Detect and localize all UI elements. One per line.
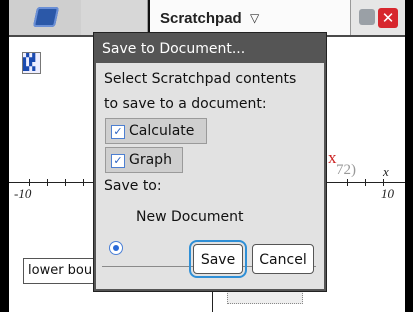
x-axis-label: x — [383, 164, 389, 179]
calculator-icon — [32, 7, 60, 27]
checkbox-label-graph: Graph — [129, 152, 172, 168]
radio-selected-icon — [113, 245, 119, 251]
tab-graph[interactable]: ⊣ — [81, 0, 191, 35]
chevron-down-icon[interactable]: ▽ — [250, 11, 259, 25]
scratchpad-title-tab[interactable]: Scratchpad ▽ — [148, 0, 351, 35]
checkbox-label-calculate: Calculate — [129, 123, 195, 139]
x-max-label: 10 — [381, 186, 394, 201]
x-min-label: -10 — [14, 186, 32, 201]
graph-checkbox-row[interactable]: ✓ Graph — [105, 147, 183, 173]
settings-icon[interactable] — [359, 9, 375, 25]
axis-tick — [47, 179, 48, 186]
dialog-prompt-line1: Select Scratchpad contents — [104, 71, 297, 87]
cancel-button[interactable]: Cancel — [252, 244, 314, 274]
page-title: Scratchpad — [160, 10, 242, 27]
function-hint-tail: 72) — [336, 162, 356, 178]
axis-tick — [383, 179, 384, 186]
new-document-label: New Document — [136, 209, 244, 225]
save-button[interactable]: Save — [189, 240, 247, 278]
axis-tick — [29, 179, 30, 186]
tab-calculator[interactable] — [9, 0, 82, 35]
calculate-checkbox-row[interactable]: ✓ Calculate — [105, 118, 207, 144]
new-document-radio[interactable] — [109, 241, 123, 255]
close-icon[interactable]: ✕ — [378, 8, 398, 28]
axis-tick — [347, 179, 348, 186]
axis-tick — [65, 179, 66, 186]
checkbox-checked-icon[interactable]: ✓ — [111, 125, 125, 139]
dialog-title: Save to Document... — [96, 35, 324, 63]
axis-tick — [365, 179, 366, 186]
title-bar: ⊣ Scratchpad ▽ ✕ — [9, 0, 405, 37]
graph-thumbnail-icon[interactable]: ▞▟ ▙▚ — [22, 52, 41, 74]
save-to-label: Save to: — [104, 178, 162, 194]
dialog-prompt-line2: to save to a document: — [104, 96, 267, 112]
checkbox-checked-icon[interactable]: ✓ — [111, 154, 125, 168]
save-to-document-dialog: Save to Document... Select Scratchpad co… — [94, 33, 326, 291]
axis-tick — [83, 179, 84, 186]
